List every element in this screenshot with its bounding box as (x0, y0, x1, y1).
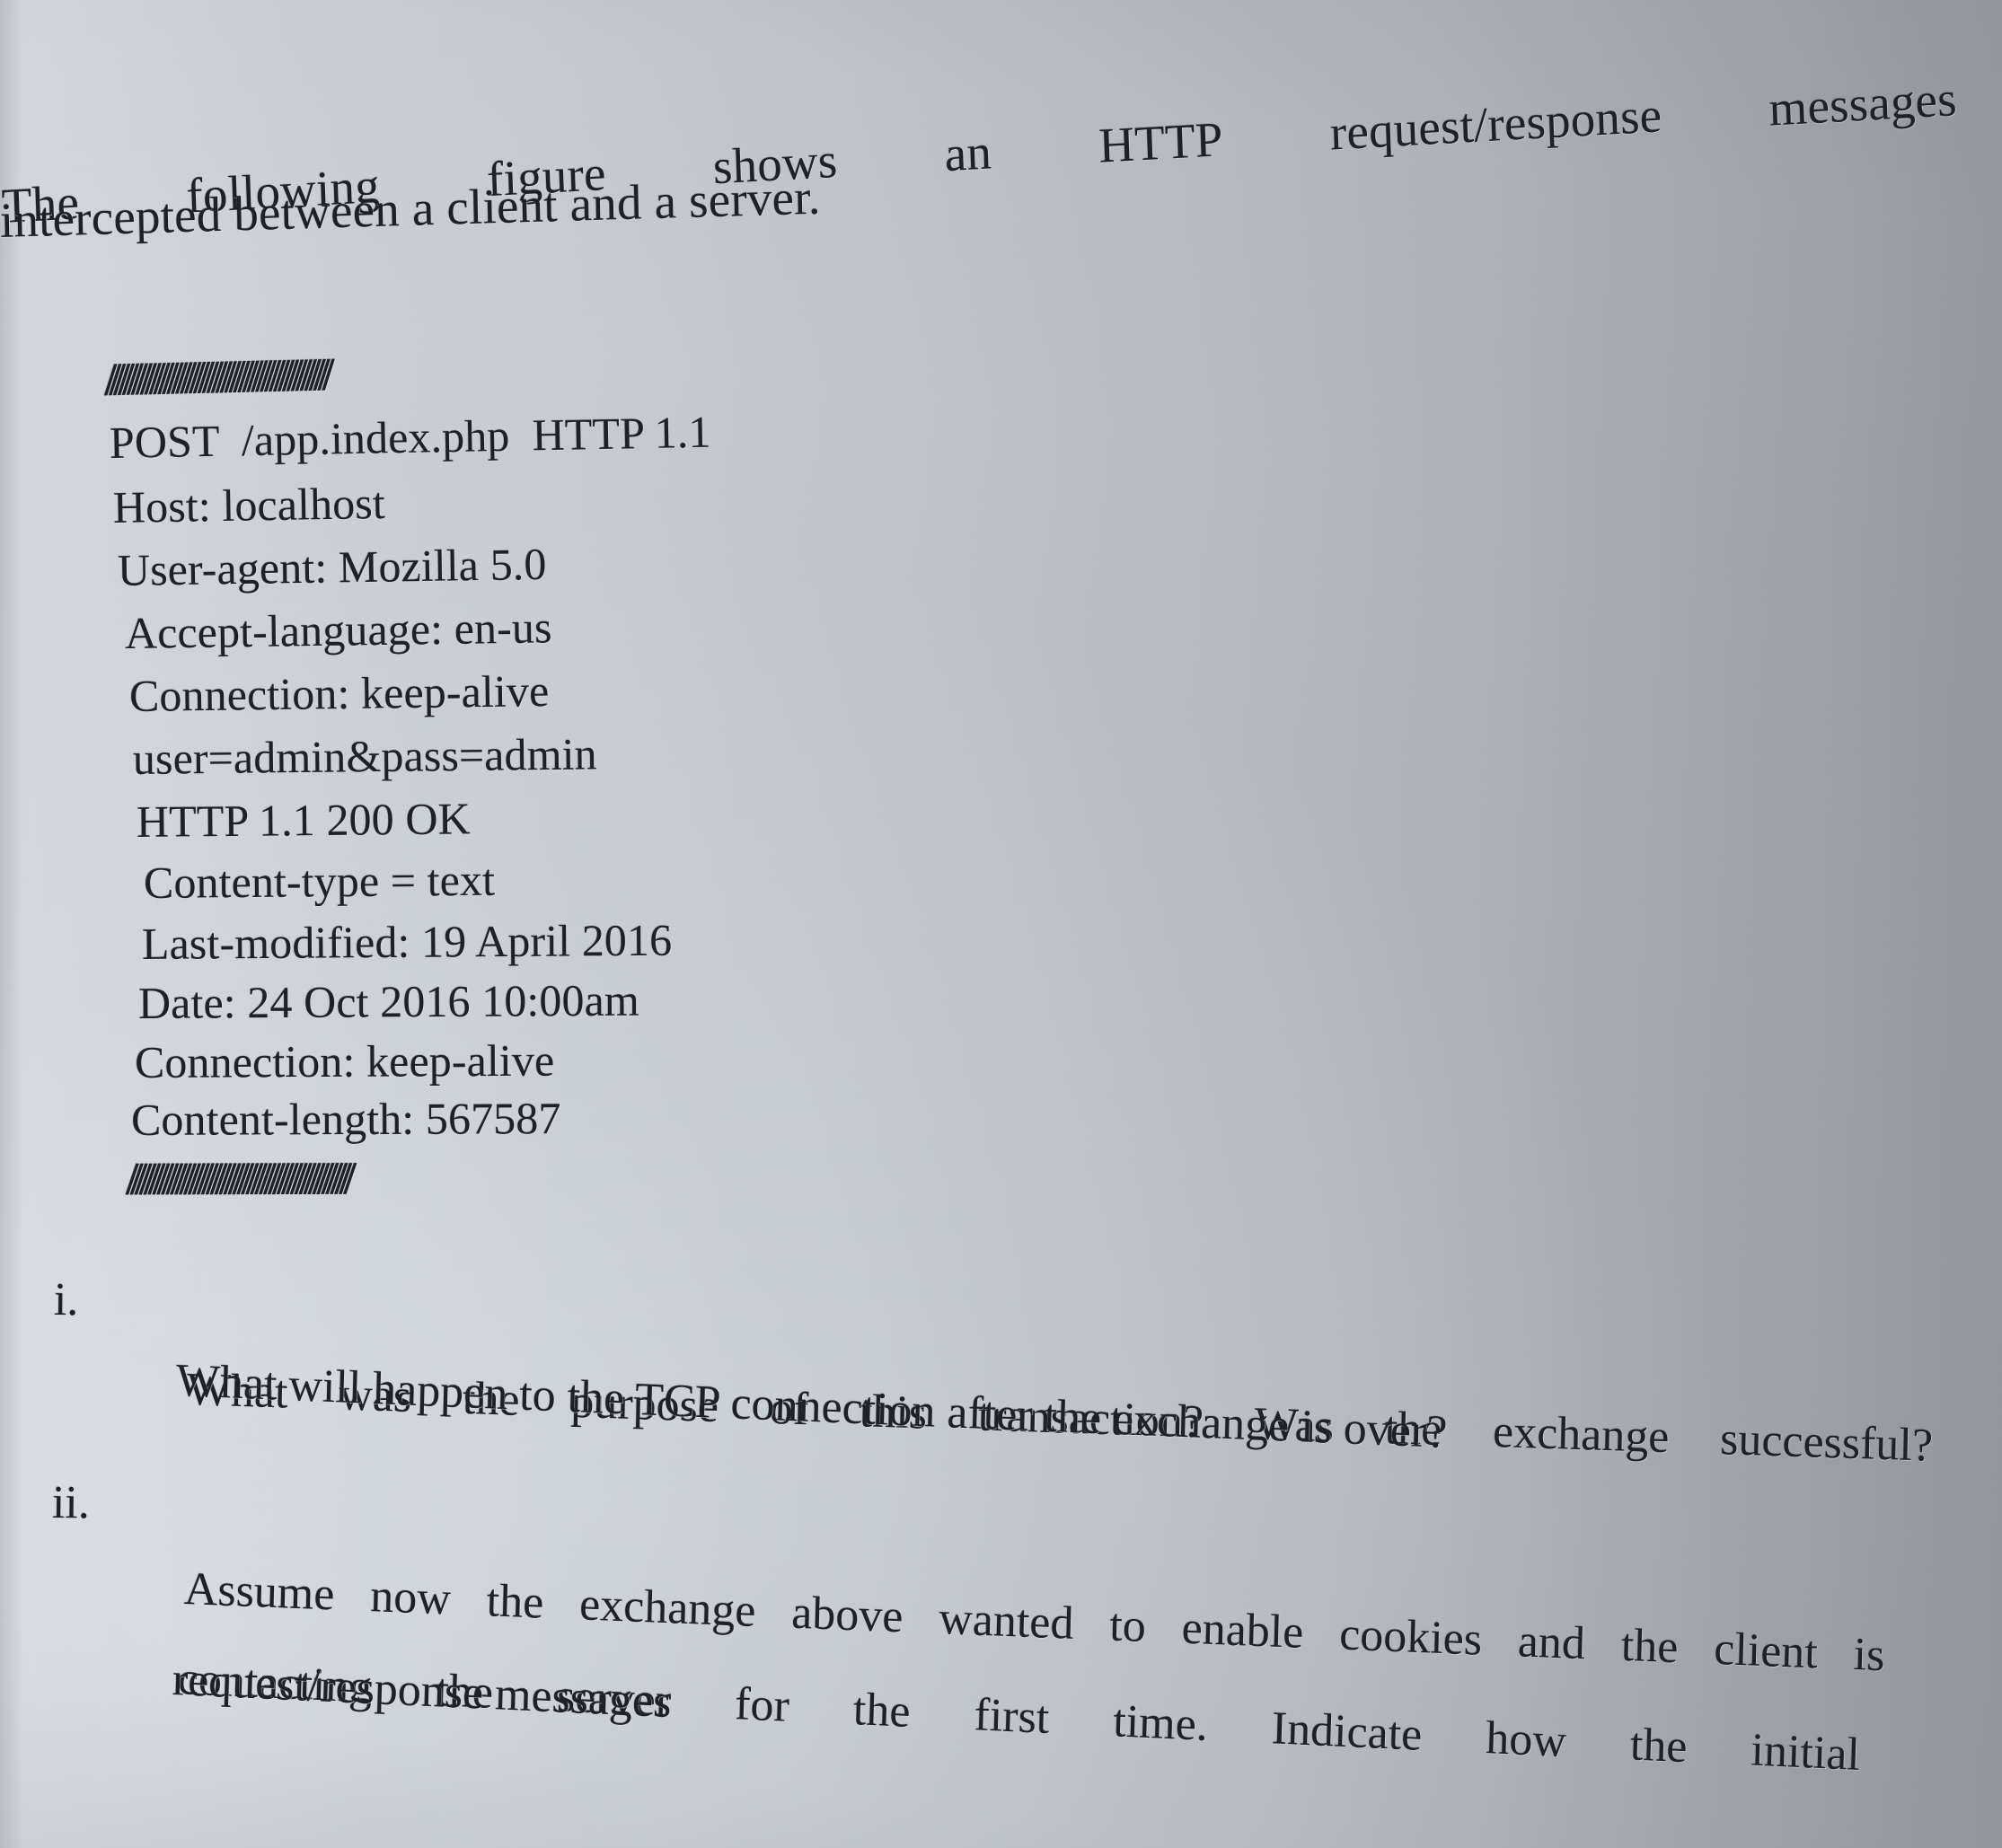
question-word: the (852, 1684, 912, 1738)
http-header-date: Date: 24 Oct 2016 10:00am (137, 974, 640, 1028)
question-word: for (734, 1678, 790, 1732)
http-header-host: Host: localhost (112, 477, 386, 532)
document-page: The following figure shows an HTTP reque… (0, 0, 2002, 1848)
intro-word: an (943, 124, 993, 182)
http-block-separator-bottom: ////////////////////////////////////////… (125, 1153, 348, 1205)
http-header-connection-request: Connection: keep-alive (128, 665, 550, 721)
question-word: Indicate (1271, 1703, 1424, 1761)
question-word: initial (1750, 1724, 1861, 1782)
page-text-layer: The following figure shows an HTTP reque… (0, 0, 2002, 1848)
http-request-line: POST /app.index.php HTTP 1.1 (109, 406, 712, 468)
http-header-accept-language: Accept-language: en-us (124, 602, 552, 658)
intro-word: HTTP (1098, 111, 1224, 173)
http-header-content-type: Content-type = text (143, 854, 496, 908)
question-word: successful? (1719, 1413, 1934, 1472)
http-request-body: user=admin&pass=admin (132, 728, 598, 784)
intro-word: messages (1768, 71, 1958, 136)
http-header-connection-response: Connection: keep-alive (134, 1034, 555, 1087)
http-header-last-modified: Last-modified: 19 April 2016 (141, 914, 673, 969)
question-word: first (973, 1689, 1051, 1745)
intro-paragraph-line-1: The following figure shows an HTTP reque… (0, 0, 1971, 330)
http-header-user-agent: User-agent: Mozilla 5.0 (117, 538, 547, 595)
http-response-status-line: HTTP 1.1 200 OK (136, 793, 472, 847)
question-word: how (1485, 1712, 1567, 1768)
question-word: time. (1112, 1695, 1209, 1752)
http-header-content-length: Content-length: 567587 (130, 1093, 561, 1145)
question-word: exchange (1492, 1405, 1671, 1464)
question-marker-i: i. (53, 1274, 79, 1326)
question-word: the (1629, 1719, 1689, 1773)
question-marker-ii: ii. (51, 1477, 91, 1529)
intro-word: request/response (1328, 87, 1663, 161)
http-block-separator-top: ////////////////////////////////////////… (103, 349, 327, 406)
